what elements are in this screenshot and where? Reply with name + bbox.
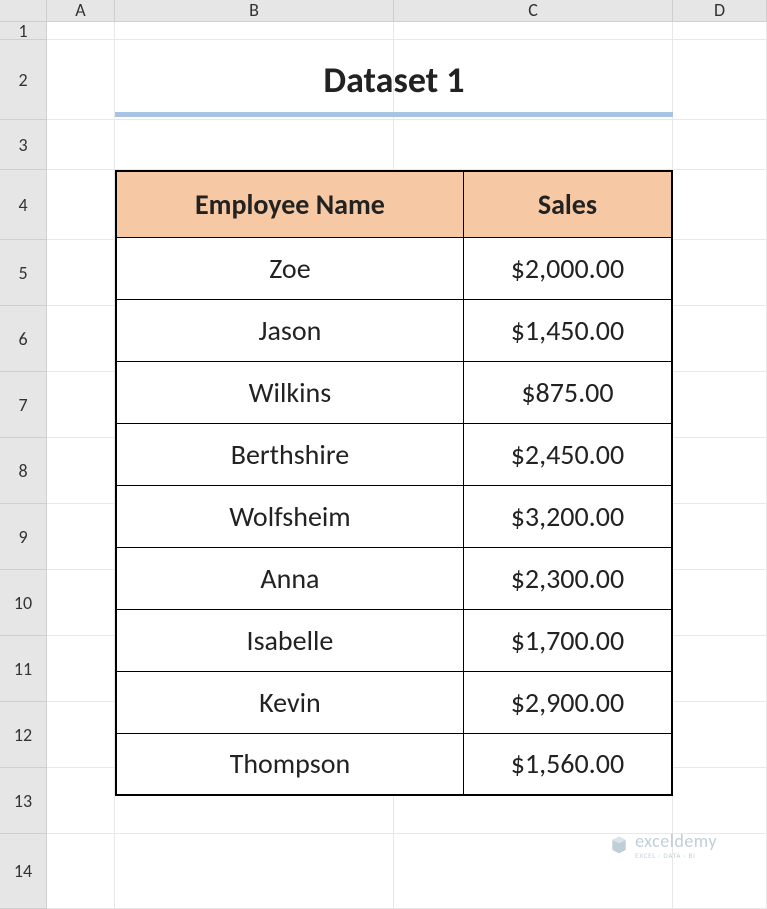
column-header-C[interactable]: C <box>394 0 673 22</box>
cell-D12[interactable] <box>673 702 767 768</box>
cell-D3[interactable] <box>673 120 767 170</box>
cell-B1[interactable] <box>115 22 394 40</box>
table-header-row: Employee Name Sales <box>116 171 672 237</box>
cell-sales[interactable]: $2,300.00 <box>463 547 672 609</box>
cell-name[interactable]: Berthshire <box>116 423 463 485</box>
cell-A9[interactable] <box>47 504 115 570</box>
table-row: Anna$2,300.00 <box>116 547 672 609</box>
cell-name[interactable]: Thompson <box>116 733 463 795</box>
cell-C1[interactable] <box>394 22 673 40</box>
column-header-D[interactable]: D <box>673 0 767 22</box>
cell-A1[interactable] <box>47 22 115 40</box>
dataset-title-wrap: Dataset 1 <box>115 40 673 120</box>
row-header-5[interactable]: 5 <box>0 240 47 306</box>
cell-B3[interactable] <box>115 120 394 170</box>
cell-sales[interactable]: $1,450.00 <box>463 299 672 361</box>
table-row: Zoe$2,000.00 <box>116 237 672 299</box>
row-header-13[interactable]: 13 <box>0 768 47 834</box>
watermark-text: exceldemy <box>635 830 717 852</box>
cell-A13[interactable] <box>47 768 115 834</box>
cell-sales[interactable]: $1,700.00 <box>463 609 672 671</box>
cell-A2[interactable] <box>47 40 115 120</box>
row-header-10[interactable]: 10 <box>0 570 47 636</box>
row-header-2[interactable]: 2 <box>0 40 47 120</box>
cell-D8[interactable] <box>673 438 767 504</box>
column-header-A[interactable]: A <box>47 0 115 22</box>
row-header-9[interactable]: 9 <box>0 504 47 570</box>
cell-A11[interactable] <box>47 636 115 702</box>
watermark-text-stack: exceldemy EXCEL · DATA · BI <box>635 830 717 859</box>
cell-name[interactable]: Zoe <box>116 237 463 299</box>
column-header-B[interactable]: B <box>115 0 394 22</box>
row-header-3[interactable]: 3 <box>0 120 47 170</box>
column-headers: A B C D <box>0 0 767 22</box>
cell-D6[interactable] <box>673 306 767 372</box>
data-table: Employee Name Sales Zoe$2,000.00 Jason$1… <box>115 170 673 796</box>
cell-name[interactable]: Wolfsheim <box>116 485 463 547</box>
watermark: exceldemy EXCEL · DATA · BI <box>609 830 717 859</box>
table-row: Jason$1,450.00 <box>116 299 672 361</box>
row-header-4[interactable]: 4 <box>0 170 47 240</box>
cell-A8[interactable] <box>47 438 115 504</box>
row-header-14[interactable]: 14 <box>0 834 47 909</box>
cell-A14[interactable] <box>47 834 115 909</box>
cell-sales[interactable]: $2,000.00 <box>463 237 672 299</box>
row-header-1[interactable]: 1 <box>0 22 47 40</box>
table-row: Kevin$2,900.00 <box>116 671 672 733</box>
cell-sales[interactable]: $2,900.00 <box>463 671 672 733</box>
table-row: Isabelle$1,700.00 <box>116 609 672 671</box>
table-row: Wilkins$875.00 <box>116 361 672 423</box>
title-underline <box>115 112 673 117</box>
cell-A4[interactable] <box>47 170 115 240</box>
row-header-7[interactable]: 7 <box>0 372 47 438</box>
table-row: Wolfsheim$3,200.00 <box>116 485 672 547</box>
cell-sales[interactable]: $1,560.00 <box>463 733 672 795</box>
cell-D4[interactable] <box>673 170 767 240</box>
row-header-12[interactable]: 12 <box>0 702 47 768</box>
cell-B14[interactable] <box>115 834 394 909</box>
cell-A10[interactable] <box>47 570 115 636</box>
table-row: Thompson$1,560.00 <box>116 733 672 795</box>
cell-D10[interactable] <box>673 570 767 636</box>
cell-A5[interactable] <box>47 240 115 306</box>
cell-C3[interactable] <box>394 120 673 170</box>
row-header-8[interactable]: 8 <box>0 438 47 504</box>
dataset-title: Dataset 1 <box>323 58 464 102</box>
cell-name[interactable]: Kevin <box>116 671 463 733</box>
cell-D5[interactable] <box>673 240 767 306</box>
cell-D11[interactable] <box>673 636 767 702</box>
cell-sales[interactable]: $3,200.00 <box>463 485 672 547</box>
cell-sales[interactable]: $2,450.00 <box>463 423 672 485</box>
cell-name[interactable]: Isabelle <box>116 609 463 671</box>
cell-D2[interactable] <box>673 40 767 120</box>
header-sales[interactable]: Sales <box>463 171 672 237</box>
cell-A6[interactable] <box>47 306 115 372</box>
watermark-subtext: EXCEL · DATA · BI <box>635 852 696 859</box>
cell-name[interactable]: Jason <box>116 299 463 361</box>
cell-sales[interactable]: $875.00 <box>463 361 672 423</box>
cell-D9[interactable] <box>673 504 767 570</box>
header-employee-name[interactable]: Employee Name <box>116 171 463 237</box>
cell-D13[interactable] <box>673 768 767 834</box>
cell-grid: Dataset 1 Employee Name Sales Zoe$2,000.… <box>47 22 767 909</box>
cell-A12[interactable] <box>47 702 115 768</box>
row-header-6[interactable]: 6 <box>0 306 47 372</box>
table-row: Berthshire$2,450.00 <box>116 423 672 485</box>
spreadsheet: A B C D 1 2 3 4 5 6 7 8 9 10 11 12 13 14 <box>0 0 767 909</box>
cell-D1[interactable] <box>673 22 767 40</box>
row-header-11[interactable]: 11 <box>0 636 47 702</box>
watermark-icon <box>609 835 629 855</box>
cell-A3[interactable] <box>47 120 115 170</box>
cell-D7[interactable] <box>673 372 767 438</box>
cell-name[interactable]: Anna <box>116 547 463 609</box>
cell-name[interactable]: Wilkins <box>116 361 463 423</box>
row-headers: 1 2 3 4 5 6 7 8 9 10 11 12 13 14 <box>0 22 47 909</box>
cell-A7[interactable] <box>47 372 115 438</box>
